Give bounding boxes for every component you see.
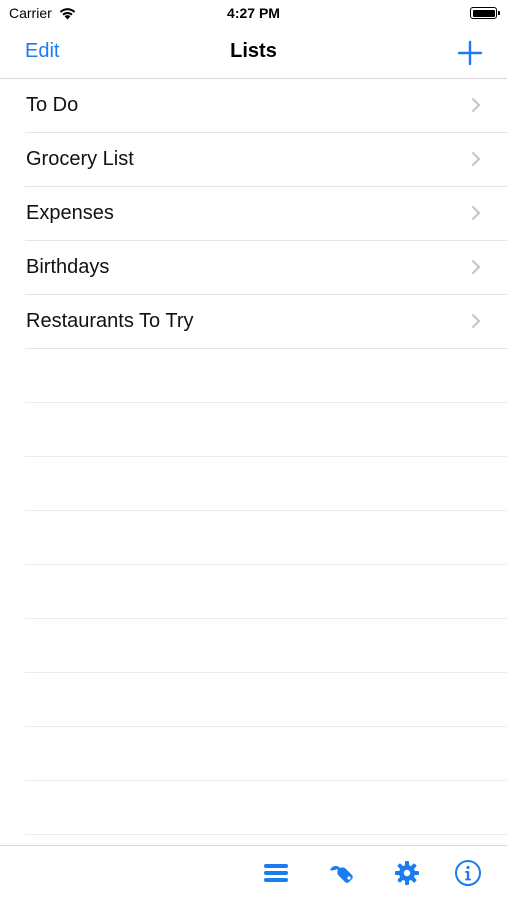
- list-item-label: To Do: [26, 94, 79, 116]
- empty-row: [25, 781, 507, 835]
- empty-row: [25, 727, 507, 781]
- empty-row: [25, 349, 507, 403]
- wrench-icon: [330, 866, 353, 883]
- list-item-label: Restaurants To Try: [26, 310, 194, 332]
- status-bar: Carrier 4:27 PM: [0, 0, 507, 28]
- gear-icon: [395, 861, 419, 885]
- add-button[interactable]: [457, 40, 483, 66]
- list-icon: [264, 864, 288, 882]
- empty-row: [25, 673, 507, 727]
- lists-button[interactable]: [262, 859, 290, 887]
- list-item[interactable]: Expenses: [25, 187, 507, 241]
- lists-table: To Do Grocery List Expenses Birthdays Re…: [0, 79, 507, 835]
- list-item-label: Birthdays: [26, 256, 110, 278]
- plus-icon: [457, 40, 483, 66]
- bottom-toolbar: [0, 845, 507, 901]
- chevron-right-icon: [472, 98, 480, 112]
- empty-row: [25, 619, 507, 673]
- info-button[interactable]: [454, 859, 482, 887]
- info-icon: [455, 860, 481, 886]
- status-time: 4:27 PM: [227, 5, 280, 21]
- settings-button[interactable]: [393, 859, 421, 887]
- battery-icon: [470, 7, 500, 19]
- chevron-right-icon: [472, 314, 480, 328]
- chevron-right-icon: [472, 260, 480, 274]
- list-item-label: Expenses: [26, 202, 114, 224]
- list-item-label: Grocery List: [26, 148, 134, 170]
- list-item[interactable]: Birthdays: [25, 241, 507, 295]
- list-item[interactable]: To Do: [25, 79, 507, 133]
- empty-row: [25, 565, 507, 619]
- empty-row: [25, 403, 507, 457]
- chevron-right-icon: [472, 152, 480, 166]
- list-item[interactable]: Grocery List: [25, 133, 507, 187]
- page-title: Lists: [230, 40, 277, 62]
- tools-button[interactable]: [327, 859, 355, 887]
- edit-button[interactable]: Edit: [25, 40, 59, 63]
- list-item[interactable]: Restaurants To Try: [25, 295, 507, 349]
- battery-tip: [498, 11, 500, 15]
- empty-row: [25, 511, 507, 565]
- empty-row: [25, 457, 507, 511]
- battery-level: [472, 9, 495, 17]
- chevron-right-icon: [472, 206, 480, 220]
- navigation-bar: Edit Lists: [0, 28, 507, 79]
